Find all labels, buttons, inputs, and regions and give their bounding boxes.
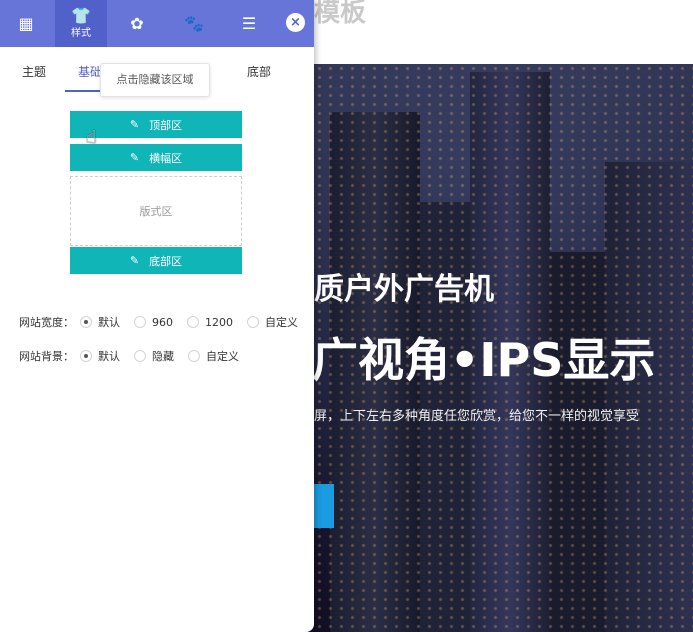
- width-radio-960[interactable]: 960: [134, 316, 173, 329]
- radio-label: 默认: [98, 316, 120, 329]
- width-radio-custom[interactable]: 自定义: [247, 314, 298, 330]
- radio-label: 960: [152, 315, 173, 329]
- shirt-icon: 👕: [71, 5, 91, 25]
- tab-modules[interactable]: ▦: [0, 0, 52, 47]
- tab-style[interactable]: 👕 样式: [55, 0, 107, 47]
- site-width-option: 网站宽度： 默认 960 1200 自定义: [19, 313, 298, 331]
- region-layout[interactable]: 版式区: [70, 176, 242, 246]
- region-top-label: 顶部区: [149, 118, 183, 132]
- radio-dot: [134, 350, 146, 362]
- subtab-basic[interactable]: 基础: [78, 63, 102, 80]
- settings-panel: ▦ 👕 样式 ✿ 🐾 ☰ × 主题 基础 底部 点击隐藏该区域 ✎ 顶部区 ✎ …: [0, 0, 314, 632]
- site-logo: 模板: [314, 0, 367, 26]
- bg-radio-hide[interactable]: 隐藏: [134, 348, 174, 364]
- radio-label: 自定义: [265, 316, 298, 329]
- subtab-footer[interactable]: 底部: [247, 63, 271, 80]
- width-radio-1200[interactable]: 1200: [187, 316, 233, 329]
- radio-label: 默认: [98, 350, 120, 363]
- region-bottom-button[interactable]: ✎ 底部区: [70, 247, 242, 274]
- pencil-icon: ✎: [129, 151, 140, 164]
- hero-button[interactable]: [314, 484, 334, 528]
- tab-paw[interactable]: 🐾: [168, 0, 220, 47]
- close-button[interactable]: ×: [286, 13, 305, 32]
- width-radio-default[interactable]: 默认: [80, 314, 120, 330]
- grid-icon: ▦: [18, 13, 34, 33]
- subtab-theme[interactable]: 主题: [22, 63, 46, 80]
- radio-dot: [187, 316, 199, 328]
- gear-icon: ✿: [130, 13, 144, 33]
- radio-label: 隐藏: [152, 350, 174, 363]
- layers-icon: ☰: [241, 13, 257, 33]
- region-banner-button[interactable]: ✎ 横幅区: [70, 144, 242, 171]
- panel-tabbar: ▦ 👕 样式 ✿ 🐾 ☰ ×: [0, 0, 314, 47]
- hand-cursor-icon: ☝: [86, 127, 97, 148]
- bg-radio-default[interactable]: 默认: [80, 348, 120, 364]
- radio-label: 自定义: [206, 350, 239, 363]
- pencil-icon: ✎: [129, 118, 140, 131]
- pencil-icon: ✎: [129, 254, 140, 267]
- hero-title: 质户外广告机: [314, 272, 494, 307]
- radio-label: 1200: [205, 315, 233, 329]
- tab-settings[interactable]: ✿: [111, 0, 163, 47]
- radio-dot: [188, 350, 200, 362]
- region-bottom-label: 底部区: [149, 254, 183, 268]
- hide-region-tooltip: 点击隐藏该区域: [100, 63, 210, 97]
- radio-dot: [247, 316, 259, 328]
- region-banner-label: 横幅区: [149, 151, 183, 165]
- hero-description: 屏，上下左右多种角度任您欣赏，给您不一样的视觉享受: [314, 409, 640, 424]
- radio-dot: [80, 316, 92, 328]
- tab-style-label: 样式: [71, 27, 91, 39]
- paw-icon: 🐾: [184, 13, 204, 33]
- radio-dot: [134, 316, 146, 328]
- site-background-option: 网站背景： 默认 隐藏 自定义: [19, 347, 253, 365]
- site-background-label: 网站背景：: [19, 350, 74, 363]
- bg-radio-custom[interactable]: 自定义: [188, 348, 239, 364]
- tab-layers[interactable]: ☰: [223, 0, 275, 47]
- site-width-label: 网站宽度：: [19, 316, 74, 329]
- radio-dot: [80, 350, 92, 362]
- region-layout-label: 版式区: [139, 205, 173, 218]
- hero-subtitle: 广视角•IPS显示: [312, 333, 656, 387]
